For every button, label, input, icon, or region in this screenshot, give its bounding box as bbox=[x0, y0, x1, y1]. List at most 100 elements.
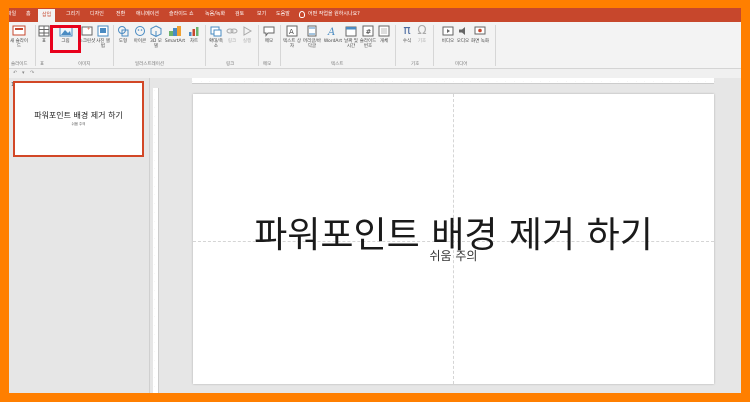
ruler-tick: · bbox=[366, 79, 367, 83]
ruler-tick: · bbox=[154, 262, 155, 266]
ruler-tick: · bbox=[154, 393, 155, 394]
tab-review[interactable]: 검토 bbox=[235, 10, 244, 17]
slide-number-button[interactable]: # 슬라이드 번호 bbox=[359, 25, 377, 49]
zoom-button[interactable]: 확대/축소 bbox=[208, 25, 224, 49]
ruler-tick: · bbox=[154, 279, 155, 284]
symbol-button[interactable]: Ω 기호 bbox=[415, 24, 429, 45]
ruler-tick: · bbox=[154, 131, 155, 136]
ruler-tick: · bbox=[653, 79, 655, 83]
ruler-tick: · bbox=[618, 79, 620, 83]
ruler-tick: · bbox=[279, 79, 280, 83]
ruler-tick: · bbox=[670, 79, 672, 83]
tab-draw[interactable]: 그리기 bbox=[66, 10, 80, 17]
ruler-tick: · bbox=[154, 105, 155, 110]
link-button[interactable]: 링크 bbox=[225, 25, 239, 44]
wordart-button[interactable]: A WordArt bbox=[323, 25, 343, 44]
video-icon bbox=[442, 26, 454, 36]
group-illustrations: 일러스트레이션 bbox=[135, 62, 164, 67]
tab-view[interactable]: 보기 bbox=[257, 10, 266, 17]
divider bbox=[433, 25, 434, 66]
ruler-tick: · bbox=[270, 79, 272, 83]
group-slides: 슬라이드 bbox=[11, 62, 28, 67]
ruler-tick: · bbox=[154, 349, 155, 353]
ruler-tick: · bbox=[154, 148, 155, 153]
equation-button[interactable]: π 수식 bbox=[400, 23, 414, 45]
ruler-tick: · bbox=[154, 244, 155, 249]
undo-dropdown-icon[interactable]: ▾ bbox=[22, 70, 25, 76]
date-time-button[interactable]: 날짜 및 시간 bbox=[343, 25, 359, 49]
pi-icon: π bbox=[403, 23, 411, 37]
3d-models-button[interactable]: 3D 모델 bbox=[149, 25, 163, 49]
audio-button[interactable]: 오디오 bbox=[456, 25, 470, 44]
tab-animations[interactable]: 애니메이션 bbox=[136, 10, 159, 17]
video-button[interactable]: 비디오 bbox=[441, 25, 455, 44]
ruler-tick: · bbox=[426, 79, 428, 83]
tab-slideshow[interactable]: 슬라이드 쇼 bbox=[169, 10, 194, 17]
table-button[interactable]: 표 bbox=[37, 25, 51, 44]
ruler-tick: · bbox=[154, 331, 155, 336]
ruler-tick: · bbox=[679, 79, 681, 83]
svg-text:+: + bbox=[87, 26, 90, 31]
header-footer-button[interactable]: 머리글/바닥글 bbox=[301, 25, 323, 49]
tab-design[interactable]: 디자인 bbox=[90, 10, 104, 17]
ruler-tick: · bbox=[154, 235, 155, 240]
table-icon bbox=[38, 25, 50, 37]
horizontal-ruler: · · · · · · · · · · · · · · · · · · · · · · · · · · · · · · · · · · · · · · · ·… bbox=[192, 78, 715, 84]
tab-recording[interactable]: 녹음/녹화 bbox=[205, 10, 225, 17]
tab-transitions[interactable]: 전환 bbox=[116, 10, 125, 17]
textbox-button[interactable]: A 텍스트 상자 bbox=[283, 25, 301, 49]
ruler-tick: · bbox=[154, 88, 155, 92]
tab-home[interactable]: 홈 bbox=[26, 10, 31, 17]
ruler-tick: · bbox=[154, 227, 155, 232]
new-slide-button[interactable]: 새 슬라이드 bbox=[9, 25, 29, 49]
comment-button[interactable]: 메모 bbox=[261, 25, 277, 44]
smartart-icon bbox=[169, 26, 181, 36]
chart-button[interactable]: 차트 bbox=[187, 25, 201, 44]
ruler-tick: · bbox=[154, 166, 155, 171]
thumbnail-title: 파워포인트 배경 제거 하기 bbox=[34, 111, 123, 120]
screenshot-button[interactable]: + 스크린샷 bbox=[78, 25, 96, 44]
ruler-tick: · bbox=[339, 79, 341, 83]
group-text: 텍스트 bbox=[331, 62, 344, 67]
slide-canvas[interactable]: 파워포인트 배경 제거 하기 쉬움 주의 bbox=[193, 94, 714, 384]
ruler-tick: · bbox=[154, 366, 155, 371]
redo-icon[interactable]: ↷ bbox=[30, 70, 34, 76]
ruler-tick: · bbox=[154, 183, 155, 188]
photo-album-icon bbox=[97, 25, 109, 37]
vertical-ruler: · · · · · · · · · · · · · · · · · · · · · · · · · · · · · · · · · · · · bbox=[153, 88, 159, 393]
tell-me-box[interactable]: 어떤 작업을 원하시나요? bbox=[308, 10, 360, 17]
slide-thumbnail-pane: 1 파워포인트 배경 제거 하기 쉬움 주의 bbox=[9, 78, 150, 393]
tab-help[interactable]: 도움말 bbox=[276, 10, 290, 17]
ruler-tick: · bbox=[154, 175, 155, 179]
ruler-tick: · bbox=[154, 270, 155, 275]
ruler-tick: · bbox=[400, 79, 402, 83]
tab-insert[interactable]: 삽입 bbox=[38, 9, 56, 22]
divider bbox=[205, 25, 206, 66]
ruler-tick: · bbox=[154, 383, 155, 388]
slide-subtitle[interactable]: 쉬움 주의 bbox=[193, 247, 714, 264]
ruler-tick: · bbox=[435, 79, 437, 83]
ruler-tick: · bbox=[609, 79, 611, 83]
slide-thumbnail[interactable]: 파워포인트 배경 제거 하기 쉬움 주의 bbox=[13, 81, 144, 157]
undo-icon[interactable]: ↶ bbox=[13, 70, 17, 76]
ruler-tick: · bbox=[392, 79, 394, 83]
ruler-tick: · bbox=[661, 79, 663, 83]
group-media: 미디어 bbox=[455, 62, 468, 67]
ruler-tick: · bbox=[592, 79, 594, 83]
ruler-tick: · bbox=[461, 79, 463, 83]
action-button[interactable]: 실행 bbox=[240, 25, 254, 44]
powerpoint-window: 파일 홈 삽입 그리기 디자인 전환 애니메이션 슬라이드 쇼 녹음/녹화 검토… bbox=[9, 8, 741, 393]
object-button[interactable]: 개체 bbox=[377, 25, 391, 44]
tab-file[interactable]: 파일 bbox=[9, 10, 16, 17]
ruler-tick: · bbox=[409, 79, 411, 83]
photo-album-button[interactable]: 사진 앨범 bbox=[95, 25, 111, 49]
ruler-tick: · bbox=[505, 79, 507, 83]
icons-button[interactable]: 아이콘 bbox=[132, 25, 148, 44]
shapes-button[interactable]: 도형 bbox=[115, 25, 131, 44]
screen-recording-button[interactable]: 화면 녹화 bbox=[471, 25, 489, 44]
ruler-tick: · bbox=[566, 79, 568, 83]
smartart-button[interactable]: SmartArt bbox=[163, 25, 187, 44]
divider bbox=[280, 25, 281, 66]
ruler-tick: · bbox=[261, 79, 263, 83]
ruler-tick: · bbox=[154, 253, 155, 258]
